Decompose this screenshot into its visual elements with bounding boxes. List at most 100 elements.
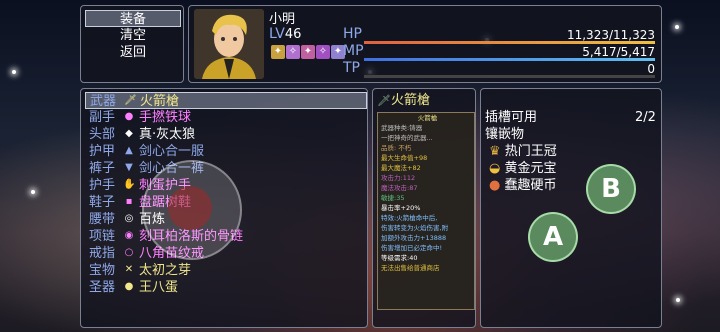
socket-count: 2/2 <box>635 110 656 125</box>
tooltip-line: 等级需求:40 <box>381 254 418 262</box>
tooltip-line: 无法出售给普通商店 <box>381 264 440 272</box>
level-row: LV46 <box>269 26 301 42</box>
slot-label: 护手 <box>89 178 116 193</box>
equipped-item-name: 王八蛋 <box>139 280 179 295</box>
tooltip-line: 最大魔法+82 <box>381 164 421 172</box>
equipped-item-name: 太初之芽 <box>139 263 192 278</box>
slot-label: 鞋子 <box>89 195 116 210</box>
slot-label: 戒指 <box>89 246 116 261</box>
socket-header: 插槽可用 <box>485 110 538 125</box>
item-icon: ◎ <box>124 213 134 224</box>
detail-title-row: 🗡火箭槍 <box>377 92 430 109</box>
slot-label: 圣器 <box>89 280 116 295</box>
gem-header: 镶嵌物 <box>485 127 525 142</box>
state-icon: ✧ <box>286 45 300 59</box>
tooltip-line: 加额外攻击力+13888 <box>381 234 447 242</box>
slot-label: 头部 <box>89 127 116 142</box>
item-icon: ▪ <box>125 196 133 207</box>
actor-portrait <box>194 9 264 79</box>
item-tooltip: 火箭槍武器种类:铸器一把神奇的武器... 品质: 不朽最大生命值+98 最大魔法+8… <box>377 112 475 310</box>
tooltip-line: 魔法攻击:87 <box>381 184 418 192</box>
slot-label: 裤子 <box>89 161 116 176</box>
b-button[interactable]: B <box>586 164 636 214</box>
item-icon: ▲ <box>125 145 133 156</box>
hp-value: 11,323/11,323 <box>566 28 655 42</box>
gem-item-label: 蠢趣硬币 <box>504 178 557 193</box>
state-icon: ✧ <box>316 45 330 59</box>
slot-label: 项链 <box>89 229 116 244</box>
command-back[interactable]: 返回 <box>85 44 181 61</box>
tooltip-line: 武器种类:铸器 <box>381 124 423 132</box>
level-label: LV <box>269 26 285 42</box>
item-icon: ◆ <box>125 128 133 139</box>
equip-slot-row[interactable]: 圣器 ● 王八蛋 <box>85 279 367 296</box>
gem-item[interactable]: ● 蠢趣硬币 <box>489 177 557 194</box>
tp-value: 0 <box>647 62 655 76</box>
slot-label: 副手 <box>89 110 116 125</box>
gem-item[interactable]: ♛ 热门王冠 <box>489 143 557 160</box>
command-window: 装备 清空 返回 <box>80 5 184 83</box>
tooltip-line: 伤害增加已必定命中! <box>381 244 443 252</box>
coin-icon: ● <box>489 178 501 193</box>
equipped-item-name: 真·灰太狼 <box>139 127 196 142</box>
sparkle <box>12 70 16 74</box>
socket-window: 插槽可用 2/2 镶嵌物 ♛ 热门王冠 ◒ 黄金元宝 ● 蠢趣硬币 <box>480 88 662 328</box>
item-icon: ▼ <box>125 162 133 173</box>
item-icon: ◉ <box>124 230 134 241</box>
virtual-joystick[interactable] <box>142 160 242 260</box>
equip-slot-row[interactable]: 武器 🗡 火箭槍 <box>85 92 367 109</box>
tooltip-line: 最大生命值+98 <box>381 154 428 162</box>
equip-slot-row[interactable]: 副手 ● 手撚铁球 <box>85 109 367 126</box>
slot-label: 腰带 <box>89 212 116 227</box>
hp-gauge <box>364 41 655 44</box>
mp-gauge <box>364 58 655 61</box>
actor-name: 小明 <box>269 12 296 27</box>
a-button[interactable]: A <box>528 212 578 262</box>
sparkle <box>676 298 680 302</box>
gem-item-label: 热门王冠 <box>504 144 557 159</box>
tooltip-line: 敏捷:35 <box>381 194 405 202</box>
level-value: 46 <box>284 27 302 42</box>
command-equip[interactable]: 装备 <box>85 10 181 27</box>
equipped-item-name: 火箭槍 <box>140 94 180 109</box>
equip-slot-row[interactable]: 戒指 ○ 八角苗纹戒 <box>85 245 367 262</box>
sparkle <box>31 190 35 194</box>
gem-item-label: 黄金元宝 <box>504 161 557 176</box>
slot-label: 宝物 <box>89 263 116 278</box>
ingot-icon: ◒ <box>489 161 501 176</box>
equipped-item-name: 手撚铁球 <box>139 110 192 125</box>
item-icon: ○ <box>124 247 134 258</box>
item-icon: ● <box>124 111 134 122</box>
hp-label: HP <box>343 26 362 42</box>
equipped-item-name: 剑心合一服 <box>139 144 205 159</box>
gem-item[interactable]: ◒ 黄金元宝 <box>489 160 557 177</box>
slot-label: 武器 <box>90 94 117 109</box>
status-window: 小明 LV46 ✦ ✧ ✦ ✧ ✦ HP 11,323/11,323 MP 5,… <box>188 5 662 83</box>
tooltip-line: 攻击力:112 <box>381 174 416 182</box>
sparkle <box>675 25 679 29</box>
item-icon: 🗡 <box>124 95 137 106</box>
tooltip-line: 火箭槍 <box>417 114 438 122</box>
tooltip-line: 一把神奇的武器... <box>381 134 433 142</box>
weapon-icon: 🗡 <box>377 94 391 107</box>
tp-gauge <box>364 75 655 78</box>
mp-value: 5,417/5,417 <box>582 45 655 59</box>
equip-slot-row[interactable]: 护甲 ▲ 剑心合一服 <box>85 143 367 160</box>
command-clear[interactable]: 清空 <box>85 27 181 44</box>
item-icon: ● <box>124 281 134 292</box>
tooltip-line: 特效:火箭槍命中后, <box>381 214 438 222</box>
tooltip-line: 品质: 不朽 <box>381 144 412 152</box>
tp-label: TP <box>343 60 360 76</box>
joystick-knob[interactable] <box>168 186 212 230</box>
item-icon: ✋ <box>123 179 136 190</box>
crown-icon: ♛ <box>489 144 501 159</box>
detail-title: 火箭槍 <box>390 93 430 108</box>
tooltip-line: 暴击率+20% <box>381 204 421 212</box>
equip-slot-row[interactable]: 宝物 ✕ 太初之芽 <box>85 262 367 279</box>
slot-label: 护甲 <box>89 144 116 159</box>
mp-label: MP <box>343 43 364 59</box>
tooltip-line: 伤害转变为火焰伤害,附 <box>381 224 449 232</box>
item-icon: ✕ <box>124 264 134 275</box>
state-icon: ✦ <box>271 45 285 59</box>
equip-slot-row[interactable]: 头部 ◆ 真·灰太狼 <box>85 126 367 143</box>
